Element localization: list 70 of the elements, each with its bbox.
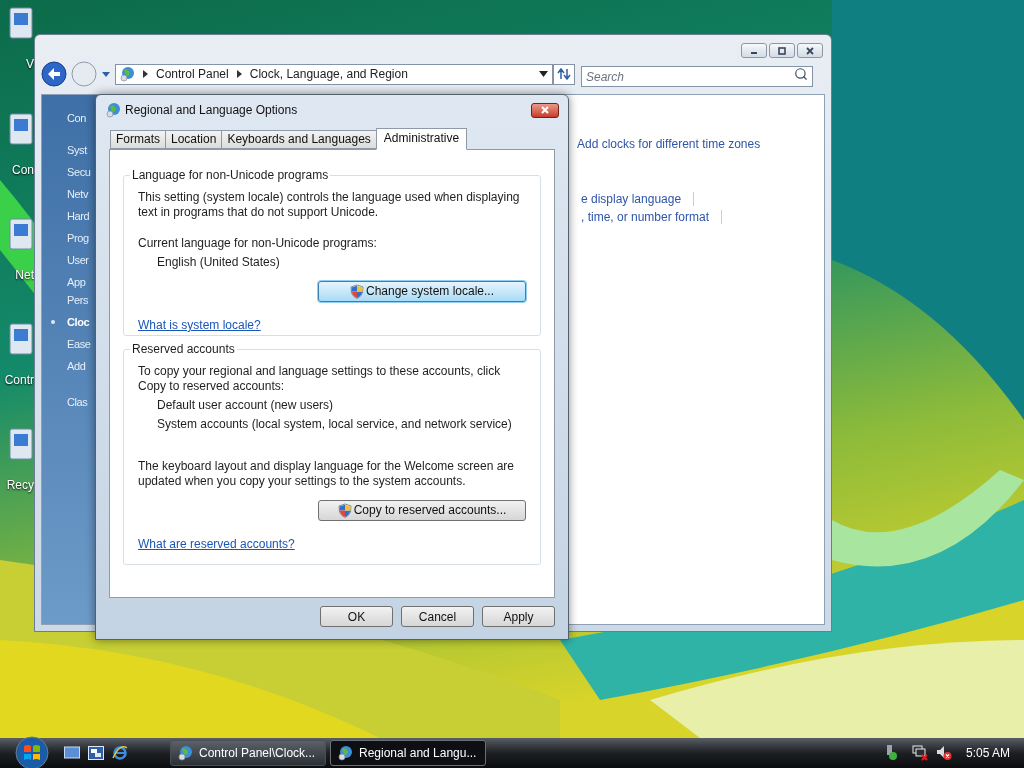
tab[interactable]: Location xyxy=(165,130,223,149)
description: To copy your regional and language settings to these accounts, click Copy to reserved accounts: xyxy=(138,364,502,394)
task-link[interactable]: e display language xyxy=(581,191,682,207)
search-icon xyxy=(794,66,808,81)
shield-icon xyxy=(349,284,364,299)
taskbar-button[interactable]: Control Panel\Clock... xyxy=(170,740,326,766)
maximize-icon xyxy=(777,46,787,55)
breadcrumb[interactable]: Clock, Language, and Region xyxy=(249,65,408,83)
chevron-icon xyxy=(236,70,242,78)
globe-icon xyxy=(177,745,193,761)
close-button[interactable] xyxy=(797,43,823,58)
sidebar-link[interactable]: Secu xyxy=(67,166,91,178)
bullet-icon xyxy=(51,320,55,324)
taskbar-button[interactable]: Regional and Langu... xyxy=(330,740,486,766)
tab[interactable]: Administrative xyxy=(375,128,468,150)
help-link[interactable]: What are reserved accounts? xyxy=(138,537,295,552)
value-text: Default user account (new users) xyxy=(157,398,335,413)
network-icon[interactable] xyxy=(911,745,928,761)
desktop-icon-label[interactable]: V xyxy=(26,56,34,72)
description: This setting (system locale) controls the language used when displaying text in programs that do not support Unicode. xyxy=(138,190,521,220)
globe-icon xyxy=(105,102,121,118)
tab[interactable]: Formats xyxy=(110,130,166,149)
sidebar-link[interactable]: Netv xyxy=(67,188,89,200)
chevron-icon xyxy=(143,70,148,78)
maximize-button[interactable] xyxy=(769,43,795,58)
group-title: Language for non-Unicode programs xyxy=(130,168,331,183)
search-field[interactable]: Search xyxy=(581,66,813,87)
sidebar-link[interactable]: Cloc xyxy=(67,316,90,328)
task-link[interactable]: Add clocks for different time zones xyxy=(577,135,824,153)
close-button[interactable] xyxy=(531,102,559,118)
close-icon xyxy=(540,106,550,114)
speaker-icon[interactable] xyxy=(935,745,952,761)
globe-icon xyxy=(337,745,353,761)
note-text: The keyboard layout and display language for the Welcome screen are updated when you copy your settings to the system accounts. xyxy=(138,459,515,489)
desktop-icon-label[interactable]: Con xyxy=(12,162,34,178)
address-bar[interactable]: Control Panel Clock, Language, and Region xyxy=(115,63,553,85)
dropdown-icon[interactable] xyxy=(539,71,548,77)
breadcrumb[interactable]: Control Panel xyxy=(156,65,229,83)
value-text: System accounts (local system, local service, and network service) xyxy=(157,417,513,432)
dialog-button[interactable]: OK xyxy=(320,606,393,627)
sidebar-link[interactable]: Prog xyxy=(67,232,89,244)
globe-icon xyxy=(119,66,135,82)
browser-icon[interactable] xyxy=(112,745,128,761)
sidebar-link[interactable]: User xyxy=(67,254,89,266)
shield-icon xyxy=(337,503,352,518)
field-label: Current language for non-Unicode programs: xyxy=(138,236,378,251)
help-link[interactable]: What is system locale? xyxy=(138,318,261,333)
dialog-button[interactable]: Change system locale... xyxy=(318,281,526,302)
back-icon[interactable] xyxy=(41,61,67,87)
dialog-button[interactable]: Copy to reserved accounts... xyxy=(318,500,526,521)
window-title: Regional and Language Options xyxy=(125,102,298,119)
windows-icon[interactable] xyxy=(88,746,104,760)
tab[interactable]: Keyboards and Languages xyxy=(221,130,377,149)
dialog-button[interactable]: Apply xyxy=(482,606,555,627)
minimize-button[interactable] xyxy=(741,43,767,58)
sidebar-link[interactable]: App xyxy=(67,276,86,288)
clock[interactable]: 5:05 AM xyxy=(965,744,1010,762)
desktop-icon-label[interactable]: Contr xyxy=(4,372,34,388)
sidebar-link[interactable]: Con xyxy=(67,112,86,124)
refresh-button[interactable] xyxy=(553,63,575,85)
sidebar-link[interactable]: Syst xyxy=(67,144,87,156)
sidebar-link[interactable]: Hard xyxy=(67,210,90,222)
sidebar-link[interactable]: Pers xyxy=(67,294,89,306)
value-text: English (United States) xyxy=(157,255,281,270)
close-icon xyxy=(805,46,815,55)
start-button[interactable] xyxy=(12,736,52,768)
refresh-icon xyxy=(557,68,571,80)
task-link[interactable]: , time, or number format xyxy=(581,209,710,225)
desktop-icon[interactable] xyxy=(64,746,80,760)
dialog-button[interactable]: Cancel xyxy=(401,606,474,627)
